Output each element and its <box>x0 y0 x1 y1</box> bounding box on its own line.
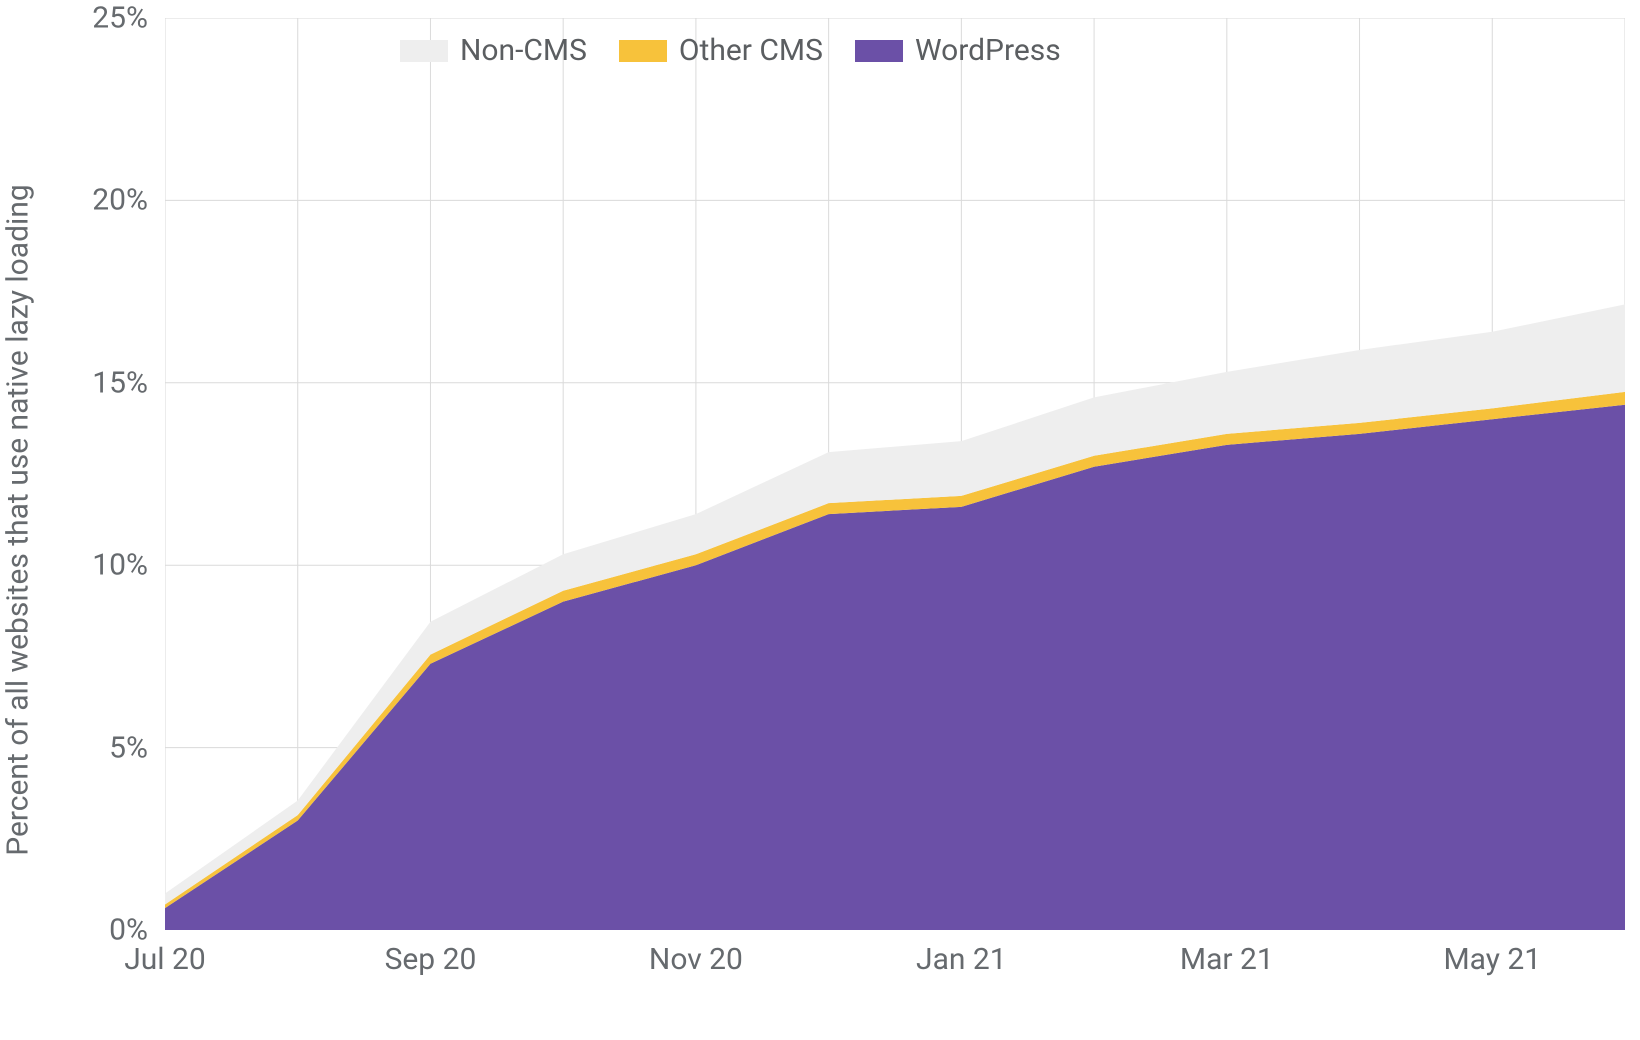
x-tick-label: Jul 20 <box>124 942 206 977</box>
legend-label: WordPress <box>915 33 1061 68</box>
legend-item-non-cms: Non-CMS <box>400 33 587 68</box>
legend-swatch <box>400 40 448 62</box>
y-tick-label: 15% <box>92 365 148 400</box>
legend-label: Non-CMS <box>460 33 587 68</box>
x-axis-tick-labels: Jul 20Sep 20Nov 20Jan 21Mar 21May 21 <box>165 942 1625 982</box>
plot-area <box>165 18 1625 930</box>
y-tick-label: 5% <box>109 730 148 765</box>
y-tick-label: 10% <box>92 548 148 583</box>
x-tick-label: Mar 21 <box>1180 942 1274 977</box>
y-tick-label: 25% <box>92 1 148 36</box>
x-tick-label: May 21 <box>1443 942 1541 977</box>
legend-swatch <box>619 40 667 62</box>
legend-label: Other CMS <box>679 33 823 68</box>
chart-svg <box>165 18 1625 930</box>
legend-swatch <box>855 40 903 62</box>
chart-container: Percent of all websites that use native … <box>0 0 1640 1040</box>
legend-item-wordpress: WordPress <box>855 33 1061 68</box>
y-tick-label: 20% <box>92 183 148 218</box>
legend-item-other-cms: Other CMS <box>619 33 823 68</box>
x-tick-label: Jan 21 <box>916 942 1007 977</box>
x-tick-label: Sep 20 <box>385 942 477 977</box>
y-axis-tick-labels: 0%5%10%15%20%25% <box>0 18 160 930</box>
legend: Non-CMS Other CMS WordPress <box>400 33 1061 68</box>
x-tick-label: Nov 20 <box>649 942 743 977</box>
